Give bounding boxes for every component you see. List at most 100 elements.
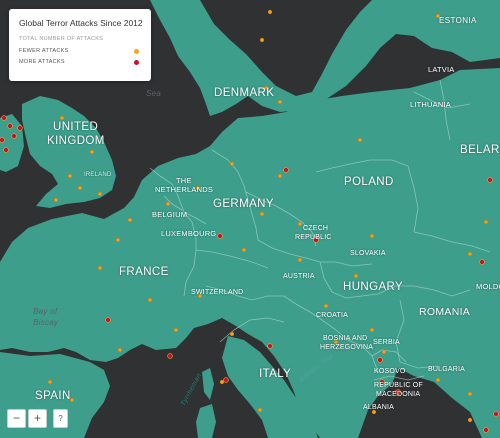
attack-marker-fewer[interactable]: [59, 115, 65, 121]
country-label-switzerland: SWITZERLAND: [191, 289, 244, 296]
country-label-bosnia-line2: HERZEGOVINA: [320, 344, 374, 351]
zoom-in-button[interactable]: +: [28, 409, 47, 428]
attack-marker-fewer[interactable]: [297, 221, 303, 227]
attack-marker-fewer[interactable]: [353, 273, 359, 279]
country-label-united-kingdom-line1: UNITED: [53, 121, 99, 133]
country-label-netherlands-line1: THE: [176, 176, 192, 185]
attack-marker-more[interactable]: [105, 317, 111, 323]
attack-marker-more[interactable]: [283, 167, 289, 173]
attack-marker-fewer[interactable]: [115, 237, 121, 243]
country-label-albania: ALBANIA: [363, 404, 394, 411]
attack-marker-fewer[interactable]: [467, 251, 473, 257]
legend-panel: Global Terror Attacks Since 2012 TOTAL N…: [9, 9, 151, 81]
country-label-netherlands-line2: NETHERLANDS: [155, 185, 214, 194]
country-label-macedonia-line2: MACEDONIA: [376, 391, 421, 398]
attack-marker-fewer[interactable]: [147, 297, 153, 303]
country-label-czech-line2: REPUBLIC: [295, 234, 332, 241]
attack-marker-more[interactable]: [377, 357, 383, 363]
attack-marker-fewer[interactable]: [173, 327, 179, 333]
legend-title: Global Terror Attacks Since 2012: [19, 18, 143, 28]
attack-marker-more[interactable]: [11, 133, 17, 139]
attack-marker-fewer[interactable]: [257, 407, 263, 413]
country-label-serbia: SERBIA: [373, 339, 400, 346]
attack-marker-fewer[interactable]: [219, 379, 225, 385]
attack-marker-fewer[interactable]: [483, 219, 489, 225]
attack-marker-fewer[interactable]: [435, 377, 441, 383]
attack-marker-fewer[interactable]: [369, 327, 375, 333]
sea-label-biscay-line1: Bay of: [33, 307, 58, 316]
attack-marker-more[interactable]: [1, 115, 7, 121]
attack-marker-more[interactable]: [0, 137, 5, 143]
attack-marker-fewer[interactable]: [267, 9, 273, 15]
country-label-lithuania: LITHUANIA: [410, 100, 451, 109]
sea-label-biscay-line2: Biscay: [33, 318, 59, 327]
country-label-czech-line1: CZECH: [303, 225, 329, 232]
attack-marker-fewer[interactable]: [369, 233, 375, 239]
legend-dot-more-icon: [134, 60, 139, 65]
country-label-ireland-partial: IRELAND: [84, 172, 112, 178]
attack-marker-fewer[interactable]: [277, 99, 283, 105]
country-label-estonia: ESTONIA: [439, 16, 477, 25]
attack-marker-fewer[interactable]: [467, 391, 473, 397]
country-label-luxembourg: LUXEMBOURG: [161, 229, 217, 238]
attack-marker-fewer[interactable]: [127, 217, 133, 223]
attack-marker-fewer[interactable]: [259, 211, 265, 217]
attack-marker-fewer[interactable]: [297, 257, 303, 263]
country-label-macedonia-line1: REPUBLIC OF: [374, 382, 423, 389]
attack-marker-more[interactable]: [483, 427, 489, 433]
country-label-croatia: CROATIA: [316, 312, 348, 319]
attack-marker-fewer[interactable]: [47, 379, 53, 385]
country-label-belgium: BELGIUM: [152, 210, 188, 219]
country-label-denmark: DENMARK: [214, 87, 275, 99]
attack-marker-more[interactable]: [3, 147, 9, 153]
country-label-slovakia: SLOVAKIA: [350, 250, 386, 257]
sea-label-north-sea: Sea: [146, 89, 162, 98]
country-label-bosnia-line1: BOSNIA AND: [323, 335, 368, 342]
attack-marker-more[interactable]: [267, 343, 273, 349]
attack-marker-more[interactable]: [17, 125, 23, 131]
country-label-latvia: LATVIA: [428, 65, 455, 74]
country-label-france: FRANCE: [119, 266, 169, 278]
attack-marker-fewer[interactable]: [467, 417, 473, 423]
attack-marker-fewer[interactable]: [229, 331, 235, 337]
attack-marker-more[interactable]: [7, 123, 13, 129]
legend-row-more: MORE ATTACKS: [19, 57, 141, 68]
attack-marker-fewer[interactable]: [97, 265, 103, 271]
country-label-poland: POLAND: [344, 176, 394, 188]
country-label-spain: SPAIN: [35, 390, 71, 402]
help-button[interactable]: ?: [53, 409, 68, 428]
attack-marker-fewer[interactable]: [241, 247, 247, 253]
legend-dot-fewer-icon: [134, 49, 139, 54]
country-label-belarus: BELARU: [460, 144, 500, 156]
country-label-austria: AUSTRIA: [283, 273, 315, 280]
attack-marker-more[interactable]: [487, 177, 493, 183]
attack-marker-fewer[interactable]: [89, 149, 95, 155]
attack-marker-fewer[interactable]: [53, 197, 59, 203]
country-label-italy: ITALY: [259, 368, 292, 380]
country-label-united-kingdom-line2: KINGDOM: [47, 135, 105, 147]
attack-marker-fewer[interactable]: [381, 349, 387, 355]
zoom-out-button[interactable]: −: [7, 409, 26, 428]
attack-marker-fewer[interactable]: [117, 347, 123, 353]
legend-label-more: MORE ATTACKS: [19, 59, 65, 65]
country-label-romania: ROMANIA: [419, 306, 471, 318]
attack-marker-fewer[interactable]: [165, 201, 171, 207]
attack-marker-fewer[interactable]: [67, 173, 73, 179]
attack-marker-fewer[interactable]: [77, 185, 83, 191]
attack-marker-more[interactable]: [167, 353, 173, 359]
attack-marker-fewer[interactable]: [97, 191, 103, 197]
attack-marker-fewer[interactable]: [323, 303, 329, 309]
attack-marker-fewer[interactable]: [259, 37, 265, 43]
attack-marker-more[interactable]: [217, 233, 223, 239]
country-label-bulgaria: BULGARIA: [428, 366, 465, 373]
legend-row-fewer: FEWER ATTACKS: [19, 46, 141, 57]
attack-marker-fewer[interactable]: [357, 137, 363, 143]
legend-subtitle: TOTAL NUMBER OF ATTACKS: [19, 36, 104, 42]
attack-marker-more[interactable]: [479, 259, 485, 265]
country-label-kosovo: KOSOVO: [374, 368, 406, 375]
attack-marker-more[interactable]: [493, 411, 499, 417]
country-label-moldova: MOLDO: [476, 282, 500, 291]
attack-marker-fewer[interactable]: [277, 173, 283, 179]
attack-marker-more[interactable]: [223, 377, 229, 383]
attack-marker-fewer[interactable]: [229, 161, 235, 167]
